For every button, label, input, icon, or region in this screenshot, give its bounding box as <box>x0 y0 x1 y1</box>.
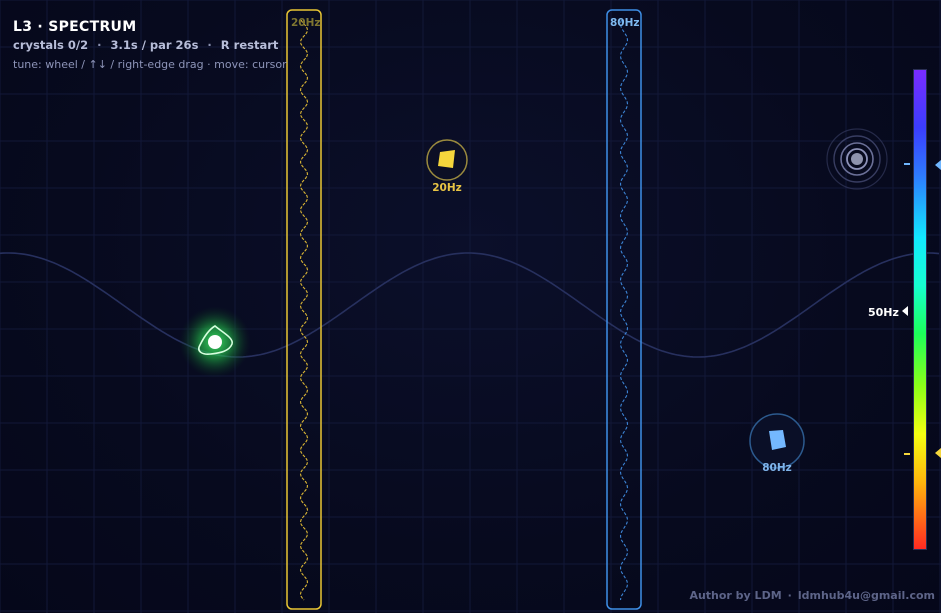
gate-80hz <box>606 9 642 610</box>
restart-hint: R restart <box>220 38 279 52</box>
hud: L3 · SPECTRUM crystals 0/2 · 3.1s / par 26… <box>13 19 287 71</box>
crystal-counter: crystals 0/2 <box>13 38 89 52</box>
signal-wave <box>0 252 940 358</box>
gate-80hz-label: 80Hz <box>610 17 640 29</box>
exit-target-icon <box>826 128 888 190</box>
timer-readout: 3.1s / par 26s <box>110 38 199 52</box>
controls-help: tune: wheel / ↑↓ / right-edge drag · mov… <box>13 58 287 71</box>
footer-credit: Author by LDM · ldmhub4u@gmail.com <box>689 589 935 602</box>
game-stage[interactable]: L3 · SPECTRUM crystals 0/2 · 3.1s / par 26… <box>0 0 941 613</box>
author-email: ldmhub4u@gmail.com <box>797 589 935 602</box>
current-frequency-label: 50Hz <box>868 306 899 319</box>
gate-20hz <box>286 9 322 610</box>
footer-separator: · <box>787 589 792 602</box>
gate-20hz-label: 20Hz <box>291 17 321 29</box>
crystal-80hz-label: 80Hz <box>762 462 792 474</box>
separator: · <box>207 38 212 52</box>
level-title: L3 · SPECTRUM <box>13 19 137 35</box>
crystal-20hz <box>426 139 468 181</box>
crystal-20hz-label: 20Hz <box>432 182 462 194</box>
crystal-80hz <box>749 413 805 469</box>
separator: · <box>97 38 102 52</box>
playfield <box>0 9 941 610</box>
hud-stats: crystals 0/2 · 3.1s / par 26s · R restart <box>13 38 287 52</box>
player-orb[interactable] <box>179 306 251 378</box>
frequency-spectrum-slider[interactable] <box>913 69 927 550</box>
author-credit: Author by LDM <box>689 589 782 602</box>
